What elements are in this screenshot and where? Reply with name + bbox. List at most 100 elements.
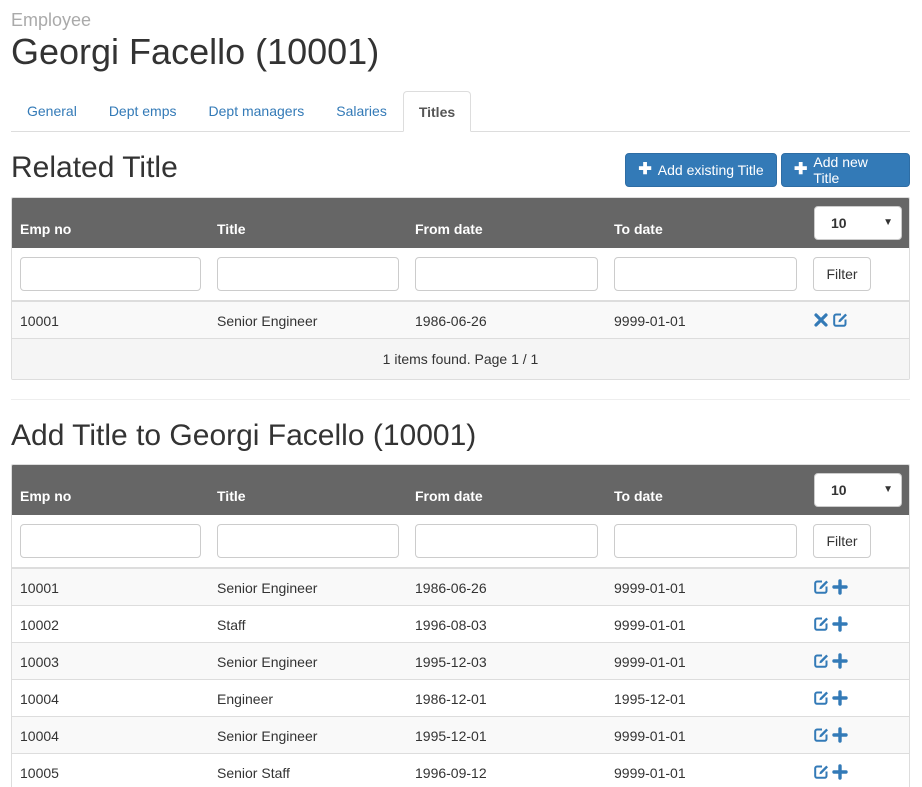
cell-to-date: 9999-01-01 — [614, 654, 686, 670]
row-actions — [813, 579, 848, 595]
cell-title: Senior Staff — [217, 765, 290, 781]
edit-icon[interactable] — [813, 690, 829, 706]
filter-button[interactable]: Filter — [813, 524, 871, 558]
column-header-from-date[interactable]: From date — [415, 221, 483, 237]
filter-to-date-input[interactable] — [614, 257, 797, 291]
related-heading: Related Title — [11, 151, 178, 184]
cell-emp-no: 10001 — [20, 580, 59, 596]
tab-salaries[interactable]: Salaries — [320, 91, 403, 131]
plus-icon: ✚ — [794, 161, 808, 178]
cell-title: Engineer — [217, 691, 274, 707]
edit-icon[interactable] — [813, 653, 829, 669]
edit-icon[interactable] — [813, 616, 829, 632]
cell-emp-no: 10005 — [20, 765, 59, 781]
column-header-to-date[interactable]: To date — [614, 221, 663, 237]
plus-icon[interactable] — [832, 653, 848, 669]
cell-title: Senior Engineer — [217, 313, 318, 329]
filter-to-date-input[interactable] — [614, 524, 797, 558]
section-divider — [11, 399, 910, 400]
cell-from-date: 1986-06-26 — [415, 313, 487, 329]
plus-icon[interactable] — [832, 727, 848, 743]
plus-icon[interactable] — [832, 690, 848, 706]
row-actions — [813, 653, 848, 669]
cell-from-date: 1986-12-01 — [415, 691, 487, 707]
add-existing-label: Add existing Title — [657, 162, 764, 178]
caret-down-icon: ▼ — [883, 217, 893, 228]
page-size-select[interactable]: 10 ▼ — [814, 206, 902, 240]
column-header-emp-no[interactable]: Emp no — [20, 488, 71, 504]
column-header-to-date[interactable]: To date — [614, 488, 663, 504]
cell-to-date: 9999-01-01 — [614, 728, 686, 744]
cell-title: Senior Engineer — [217, 728, 318, 744]
cell-to-date: 1995-12-01 — [614, 691, 686, 707]
cell-title: Senior Engineer — [217, 580, 318, 596]
edit-icon[interactable] — [832, 312, 848, 328]
table-row: 10004 Engineer 1986-12-01 1995-12-01 — [12, 680, 909, 717]
column-header-from-date[interactable]: From date — [415, 488, 483, 504]
filter-row: Filter — [12, 248, 909, 302]
related-grid: Emp no Title From date To date 10 ▼ Filt… — [11, 197, 910, 380]
row-actions — [813, 727, 848, 743]
cell-emp-no: 10004 — [20, 728, 59, 744]
add-grid: Emp no Title From date To date 10 ▼ Filt… — [11, 464, 910, 787]
filter-button[interactable]: Filter — [813, 257, 871, 291]
cell-from-date: 1986-06-26 — [415, 580, 487, 596]
cell-to-date: 9999-01-01 — [614, 765, 686, 781]
grid-header: Emp no Title From date To date 10 ▼ — [12, 198, 909, 248]
tab-bar: General Dept emps Dept managers Salaries… — [11, 91, 910, 132]
table-row: 10001 Senior Engineer 1986-06-26 9999-01-01 — [12, 569, 909, 606]
related-rows: 10001 Senior Engineer 1986-06-26 9999-01-01 — [12, 302, 909, 339]
add-new-button[interactable]: ✚ Add new Title — [781, 153, 910, 187]
entity-label: Employee — [11, 10, 92, 30]
cell-title: Staff — [217, 617, 246, 633]
table-row: 10002 Staff 1996-08-03 9999-01-01 — [12, 606, 909, 643]
edit-icon[interactable] — [813, 579, 829, 595]
row-actions — [813, 690, 848, 706]
tab-dept-emps[interactable]: Dept emps — [93, 91, 193, 131]
add-rows: 10001 Senior Engineer 1986-06-26 9999-01-01… — [12, 569, 909, 787]
table-row: 10003 Senior Engineer 1995-12-03 9999-01-01 — [12, 643, 909, 680]
remove-icon[interactable] — [813, 312, 829, 328]
cell-to-date: 9999-01-01 — [614, 580, 686, 596]
cell-to-date: 9999-01-01 — [614, 313, 686, 329]
cell-from-date: 1995-12-01 — [415, 728, 487, 744]
add-heading: Add Title to Georgi Facello (10001) — [11, 419, 477, 452]
cell-from-date: 1996-09-12 — [415, 765, 487, 781]
filter-emp-no-input[interactable] — [20, 257, 201, 291]
page-size-value: 10 — [831, 482, 847, 498]
add-existing-button[interactable]: ✚ Add existing Title — [625, 153, 777, 187]
row-actions — [813, 764, 848, 780]
edit-icon[interactable] — [813, 727, 829, 743]
filter-from-date-input[interactable] — [415, 257, 598, 291]
filter-title-input[interactable] — [217, 257, 399, 291]
page: Employee Georgi Facello (10001) General … — [0, 0, 922, 787]
tab-general[interactable]: General — [11, 91, 93, 131]
add-new-label: Add new Title — [813, 154, 868, 186]
tab-dept-managers[interactable]: Dept managers — [193, 91, 321, 131]
tab-titles[interactable]: Titles — [402, 91, 472, 132]
cell-emp-no: 10002 — [20, 617, 59, 633]
cell-to-date: 9999-01-01 — [614, 617, 686, 633]
plus-icon[interactable] — [832, 764, 848, 780]
grid-header: Emp no Title From date To date 10 ▼ — [12, 465, 909, 515]
caret-down-icon: ▼ — [883, 484, 893, 495]
cell-emp-no: 10003 — [20, 654, 59, 670]
filter-from-date-input[interactable] — [415, 524, 598, 558]
filter-emp-no-input[interactable] — [20, 524, 201, 558]
column-header-title[interactable]: Title — [217, 221, 246, 237]
page-title: Georgi Facello (10001) — [11, 31, 380, 72]
plus-icon[interactable] — [832, 579, 848, 595]
cell-emp-no: 10001 — [20, 313, 59, 329]
edit-icon[interactable] — [813, 764, 829, 780]
plus-icon: ✚ — [638, 161, 652, 178]
plus-icon[interactable] — [832, 616, 848, 632]
table-row: 10004 Senior Engineer 1995-12-01 9999-01-01 — [12, 717, 909, 754]
grid-footer: 1 items found. Page 1 / 1 — [12, 339, 909, 379]
cell-from-date: 1996-08-03 — [415, 617, 487, 633]
cell-from-date: 1995-12-03 — [415, 654, 487, 670]
filter-title-input[interactable] — [217, 524, 399, 558]
page-size-select[interactable]: 10 ▼ — [814, 473, 902, 507]
column-header-emp-no[interactable]: Emp no — [20, 221, 71, 237]
cell-title: Senior Engineer — [217, 654, 318, 670]
column-header-title[interactable]: Title — [217, 488, 246, 504]
